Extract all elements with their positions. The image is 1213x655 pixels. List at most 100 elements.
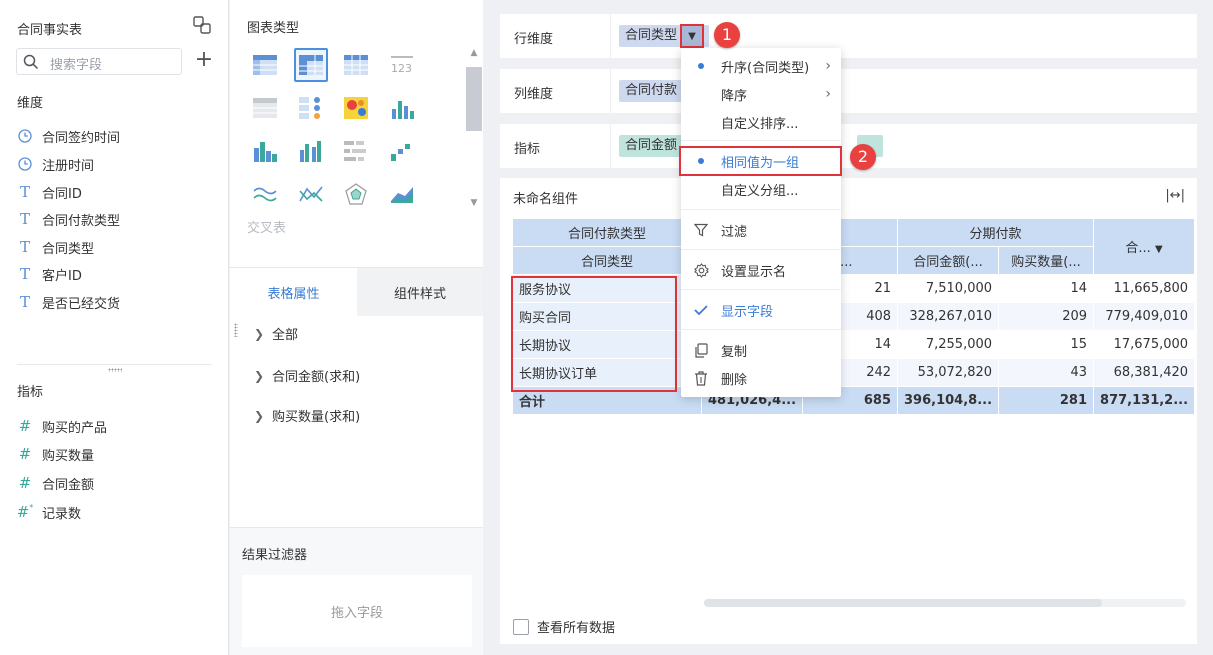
menu-item-sort-desc[interactable]: 降序 › — [681, 80, 841, 108]
settings-icon — [681, 262, 721, 278]
checkbox-box[interactable] — [513, 618, 529, 635]
menu-item-delete[interactable]: 删除 — [681, 364, 841, 392]
tab-component-style[interactable]: 组件样式 — [357, 268, 483, 316]
dot-table-icon[interactable] — [294, 91, 328, 125]
selected-dot-icon — [698, 63, 704, 69]
clock-icon — [17, 129, 33, 143]
search-placeholder: 搜索字段 — [50, 58, 103, 73]
search-input[interactable]: 搜索字段 — [16, 48, 182, 75]
metric-field[interactable]: # * 记录数 — [17, 502, 81, 522]
table-chart-icon[interactable] — [248, 48, 282, 82]
menu-item-show-field[interactable]: 显示字段 — [681, 296, 841, 324]
metric-field[interactable]: # 购买数量 — [17, 444, 94, 464]
table-cell: 43 — [998, 358, 1095, 387]
scrollbar-thumb[interactable] — [466, 67, 482, 131]
chevron-right-icon: › — [825, 86, 831, 102]
tree-table-icon[interactable] — [248, 91, 282, 125]
area-chart-icon[interactable] — [385, 177, 419, 211]
dimension-field[interactable]: 注册时间 — [17, 154, 94, 174]
filter-drop-zone[interactable]: 拖入字段 — [242, 575, 472, 647]
menu-item-sort-asc[interactable]: 升序(合同类型) › — [681, 52, 841, 80]
property-item[interactable]: ❯ 全部 — [254, 324, 298, 344]
header-amount[interactable]: 合同金额(... — [897, 246, 1000, 275]
menu-item-label: 自定义排序... — [721, 116, 799, 132]
result-filter-section: 结果过滤器 拖入字段 — [230, 527, 483, 655]
menu-item-copy[interactable]: 复制 — [681, 336, 841, 364]
trash-icon — [681, 370, 721, 386]
header-total[interactable]: 合... ▼ — [1093, 218, 1196, 275]
dimension-field[interactable]: T 合同付款类型 — [17, 209, 120, 229]
scroll-up-arrow[interactable]: ▲ — [465, 48, 483, 62]
copy-icon — [681, 342, 721, 358]
caret-down-icon: ▼ — [688, 30, 696, 42]
header-qty[interactable]: 购买数量(... — [998, 246, 1095, 275]
header-installment[interactable]: 分期付款 — [897, 218, 1095, 247]
add-field-button[interactable]: + — [194, 49, 214, 72]
dimensions-title: 维度 — [17, 96, 44, 111]
scrollbar-thumb[interactable] — [704, 599, 1102, 607]
kpi-number-icon[interactable]: 123 — [385, 48, 419, 82]
metric-field[interactable]: # 购买的产品 — [17, 416, 107, 436]
waterfall-icon[interactable] — [385, 134, 419, 168]
text-type-icon: T — [19, 293, 30, 311]
heatmap-icon[interactable] — [339, 91, 373, 125]
property-item[interactable]: ❯ 合同金额(求和) — [254, 366, 360, 386]
chevron-right-icon: ❯ — [254, 408, 265, 423]
menu-item-custom-sort[interactable]: 自定义排序... — [681, 108, 841, 136]
dimension-field[interactable]: T 合同类型 — [17, 237, 94, 257]
drag-handle[interactable] — [234, 323, 238, 337]
polyline-chart-icon[interactable] — [294, 177, 328, 211]
dimension-field[interactable]: T 客户ID — [17, 264, 82, 284]
dimension-field[interactable]: T 合同ID — [17, 182, 82, 202]
total-cell: 877,131,2... — [1093, 386, 1196, 415]
editor-area: 行维度 合同类型 ▼ 列维度 合同付款 指标 合同金额 未命名组件 |↔| 合同… — [484, 0, 1213, 655]
column-dimension-bar: 列维度 合同付款 — [500, 69, 1197, 113]
menu-item-custom-group[interactable]: 自定义分组... — [681, 175, 841, 203]
tab-table-properties[interactable]: 表格属性 — [230, 268, 357, 316]
table-cell: 209 — [998, 302, 1095, 331]
pill-dropdown-button[interactable]: ▼ — [680, 24, 704, 48]
field-label: 购买的产品 — [42, 420, 108, 436]
header-total-label: 合... — [1125, 241, 1151, 256]
menu-item-set-display-name[interactable]: 设置显示名 — [681, 256, 841, 284]
menu-item-highlight — [679, 146, 842, 176]
horizontal-scrollbar[interactable] — [704, 599, 1186, 607]
header-contract-type[interactable]: 合同类型 — [512, 246, 702, 275]
grouped-column-icon[interactable] — [294, 134, 328, 168]
cross-table-icon[interactable] — [294, 48, 328, 82]
menu-item-label: 降序 — [721, 88, 748, 104]
filter-icon — [681, 223, 721, 237]
switch-dataset-icon[interactable] — [193, 16, 211, 34]
field-label: 合同金额 — [42, 477, 95, 493]
field-label: 是否已经交货 — [42, 296, 121, 312]
metric-label: 指标 — [514, 142, 541, 157]
field-label: 合同类型 — [42, 241, 95, 257]
menu-item-label: 删除 — [721, 372, 748, 388]
detail-table-icon[interactable] — [339, 48, 373, 82]
dimension-field[interactable]: 合同签约时间 — [17, 126, 120, 146]
resize-handle[interactable] — [108, 368, 122, 372]
dimension-field[interactable]: T 是否已经交货 — [17, 292, 120, 312]
text-type-icon: T — [19, 210, 30, 228]
scroll-down-arrow[interactable]: ▼ — [465, 198, 483, 212]
property-item[interactable]: ❯ 购买数量(求和) — [254, 406, 361, 426]
result-filter-title: 结果过滤器 — [242, 548, 308, 563]
column-dimension-label: 列维度 — [514, 87, 554, 102]
line-chart-icon[interactable] — [248, 177, 282, 211]
stacked-bar-icon[interactable] — [339, 134, 373, 168]
show-all-data-checkbox[interactable]: 查看所有数据 — [513, 617, 615, 636]
header-payment-type[interactable]: 合同付款类型 — [512, 218, 702, 247]
number-type-icon: # — [18, 474, 32, 492]
field-label: 合同付款类型 — [42, 213, 121, 229]
bar-range-icon[interactable] — [385, 91, 419, 125]
metric-field[interactable]: # 合同金额 — [17, 473, 94, 493]
text-type-icon: T — [19, 238, 30, 256]
property-tabs: 表格属性 组件样式 — [230, 267, 483, 316]
chevron-right-icon: ❯ — [254, 368, 265, 383]
chart-type-title: 图表类型 — [247, 21, 300, 36]
menu-item-filter[interactable]: 过滤 — [681, 216, 841, 244]
expand-width-icon[interactable]: |↔| — [1165, 188, 1185, 203]
column-chart-icon[interactable] — [248, 134, 282, 168]
radar-chart-icon[interactable] — [339, 177, 373, 211]
property-label: 购买数量(求和) — [272, 410, 361, 425]
